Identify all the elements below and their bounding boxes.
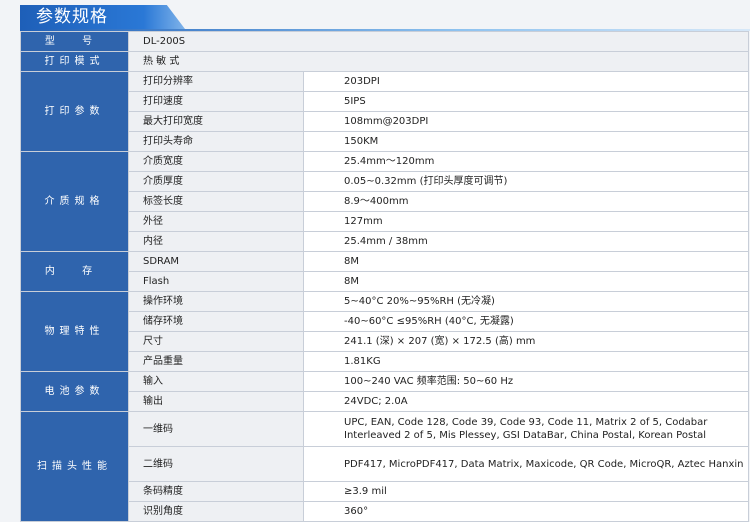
page-title: 参数规格 [36,7,108,27]
spec-value: ≥3.9 mil [302,481,750,502]
spec-label: 操作环境 [128,291,304,312]
table-row: 型 号 DL-200S [20,31,750,52]
table-row: 最大打印宽度 108mm@203DPI [21,111,750,132]
spec-label: SDRAM [128,251,304,272]
table-row: 外径 127mm [21,211,750,232]
spec-value: 241.1 (深) × 207 (宽) × 172.5 (高) mm [302,331,750,352]
table-row: 物理特性 操作环境 5~40°C 20%~95%RH (无冷凝) [20,291,750,372]
spec-value: 108mm@203DPI [302,111,750,132]
spec-value: 25.4mm～120mm [302,151,750,172]
spec-label: 储存环境 [128,311,304,332]
spec-table: 型 号 DL-200S 打印模式 热 敏 式 打印参数 打印分辨率 203DPI… [20,31,750,522]
spec-value: UPC, EAN, Code 128, Code 39, Code 93, Co… [302,411,750,447]
spec-value: 203DPI [302,71,750,92]
table-row: 输出 24VDC; 2.0A [21,391,750,412]
spec-label: 条码精度 [128,481,304,502]
category-print-mode: 打印模式 [20,51,129,72]
spec-label: 输出 [128,391,304,412]
print-mode-value: 热 敏 式 [127,51,750,72]
spec-value: 5IPS [302,91,750,112]
spec-value: -40~60°C ≤95%RH (40°C, 无凝露) [302,311,750,332]
spec-value: 0.05~0.32mm (打印头厚度可调节) [302,171,750,192]
table-row: 打印速度 5IPS [21,91,750,112]
table-row: 扫描头性能 一维码 UPC, EAN, Code 128, Code 39, C… [20,411,750,522]
spec-label: 尺寸 [128,331,304,352]
spec-label: 外径 [128,211,304,232]
table-row: 介质厚度 0.05~0.32mm (打印头厚度可调节) [21,171,750,192]
table-row: 打印参数 打印分辨率 203DPI [20,71,750,152]
spec-label: 介质厚度 [128,171,304,192]
category-model: 型 号 [20,31,129,52]
spec-label: 打印头寿命 [128,131,304,152]
table-row: 条码精度 ≥3.9 mil [21,481,750,502]
table-row: 二维码 PDF417, MicroPDF417, Data Matrix, Ma… [21,446,750,482]
spec-value: 127mm [302,211,750,232]
table-row: 打印头寿命 150KM [21,131,750,152]
spec-value: 5~40°C 20%~95%RH (无冷凝) [302,291,750,312]
spec-value: 1.81KG [302,351,750,372]
spec-label: 一维码 [128,411,304,447]
table-row: 储存环境 -40~60°C ≤95%RH (40°C, 无凝露) [21,311,750,332]
table-row: 介质规格 介质宽度 25.4mm～120mm [20,151,750,252]
table-row: 内径 25.4mm / 38mm [21,231,750,252]
spec-label: 最大打印宽度 [128,111,304,132]
spec-label: 输入 [128,371,304,392]
table-row: 标签长度 8.9～400mm [21,191,750,212]
spec-value: 8.9～400mm [302,191,750,212]
category-memory: 内 存 [20,251,129,292]
section-header: 参数规格 [0,0,750,31]
spec-value: PDF417, MicroPDF417, Data Matrix, Maxico… [302,446,750,482]
spec-label: 内径 [128,231,304,252]
table-row: 产品重量 1.81KG [21,351,750,372]
table-row: 打印模式 热 敏 式 [20,51,750,72]
table-row: 电池参数 输入 100~240 VAC 频率范围: 50~60 Hz [20,371,750,412]
spec-value: 150KM [302,131,750,152]
spec-value: 8M [302,271,750,292]
category-physical: 物理特性 [20,291,129,372]
spec-label: 打印速度 [128,91,304,112]
spec-value: 24VDC; 2.0A [302,391,750,412]
spec-label: Flash [128,271,304,292]
spec-value: 100~240 VAC 频率范围: 50~60 Hz [302,371,750,392]
category-media: 介质规格 [20,151,129,252]
spec-value: 25.4mm / 38mm [302,231,750,252]
category-print-params: 打印参数 [20,71,129,152]
table-row: Flash 8M [21,271,750,292]
spec-value: 8M [302,251,750,272]
category-scan-head: 扫描头性能 [20,411,129,522]
spec-label: 产品重量 [128,351,304,372]
spec-label: 介质宽度 [128,151,304,172]
model-value: DL-200S [127,31,750,52]
category-battery: 电池参数 [20,371,129,412]
spec-label: 标签长度 [128,191,304,212]
spec-label: 二维码 [128,446,304,482]
spec-label: 打印分辨率 [128,71,304,92]
table-row: 内 存 SDRAM 8M [20,251,750,292]
table-row: 尺寸 241.1 (深) × 207 (宽) × 172.5 (高) mm [21,331,750,352]
